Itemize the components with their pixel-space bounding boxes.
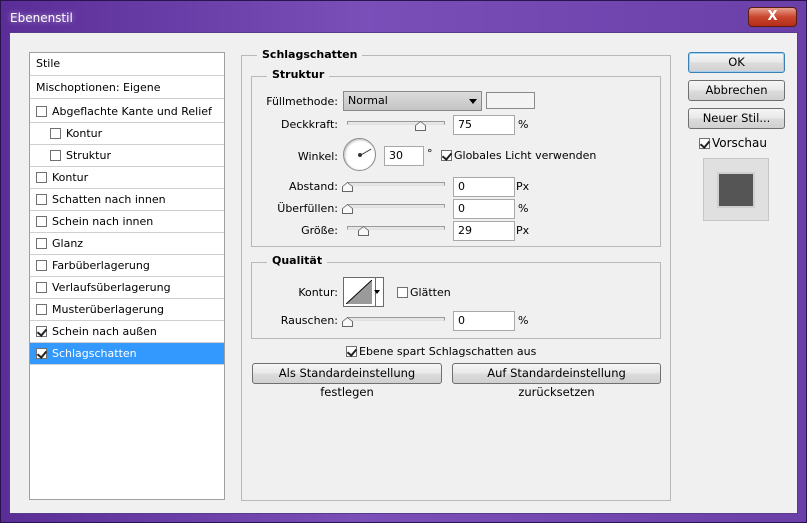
chevron-down-icon: [374, 290, 380, 294]
reset-default-button[interactable]: Auf Standardeinstellung zurücksetzen: [452, 363, 661, 399]
make-default-button[interactable]: Als Standardeinstellung festlegen: [252, 363, 442, 399]
knockout-label: Ebene spart Schlagschatten aus: [359, 345, 537, 358]
noise-label: Rauschen:: [280, 314, 338, 327]
style-item[interactable]: Farbüberlagerung: [30, 255, 224, 277]
angle-dial-center: [358, 153, 362, 157]
distance-unit: Px: [516, 180, 530, 193]
angle-dial[interactable]: [343, 138, 376, 171]
antialias-label: Glätten: [410, 286, 451, 299]
quality-title: Qualität: [267, 254, 328, 267]
opacity-label: Deckkraft:: [281, 118, 338, 131]
opacity-unit: %: [518, 118, 529, 131]
styles-header[interactable]: Stile: [30, 53, 224, 76]
style-item-checkbox[interactable]: [36, 238, 47, 249]
style-item-checkbox[interactable]: [36, 282, 47, 293]
style-item-label: Kontur: [66, 127, 103, 140]
size-label: Größe:: [301, 224, 338, 237]
style-item-label: Farbüberlagerung: [52, 259, 150, 272]
style-item[interactable]: Musterüberlagerung: [30, 299, 224, 321]
styles-list: Stile Mischoptionen: Eigene Abgeflachte …: [29, 52, 225, 500]
angle-unit: °: [427, 147, 433, 160]
style-item[interactable]: Verlaufsüberlagerung: [30, 277, 224, 299]
global-light-label: Globales Licht verwenden: [454, 149, 597, 162]
style-item-label: Schein nach innen: [52, 215, 154, 228]
size-unit: Px: [516, 224, 530, 237]
distance-input[interactable]: 0: [453, 177, 515, 197]
preview-checkbox-wrap[interactable]: Vorschau: [699, 136, 767, 150]
close-button[interactable]: X: [748, 7, 797, 27]
new-style-button[interactable]: Neuer Stil...: [688, 108, 785, 129]
chevron-down-icon: [469, 99, 477, 104]
style-item-label: Abgeflachte Kante und Relief: [52, 105, 212, 118]
style-item-label: Schlagschatten: [52, 347, 137, 360]
style-item[interactable]: Schlagschatten: [30, 343, 224, 365]
noise-unit: %: [518, 314, 529, 327]
style-item-checkbox[interactable]: [36, 194, 47, 205]
style-item-label: Schein nach außen: [52, 325, 157, 338]
antialias-checkbox-wrap[interactable]: Glätten: [397, 286, 451, 299]
distance-slider-track[interactable]: [347, 182, 445, 186]
contour-curve-icon: [346, 280, 372, 304]
blend-mode-value: Normal: [348, 94, 388, 107]
knockout-checkbox[interactable]: [346, 346, 357, 357]
style-item-checkbox[interactable]: [36, 216, 47, 227]
dialog-body: Stile Mischoptionen: Eigene Abgeflachte …: [9, 32, 798, 514]
style-item[interactable]: Glanz: [30, 233, 224, 255]
preview-label: Vorschau: [712, 136, 767, 150]
style-item[interactable]: Schein nach außen: [30, 321, 224, 343]
style-item[interactable]: Schein nach innen: [30, 211, 224, 233]
spread-unit: %: [518, 202, 529, 215]
style-item-checkbox[interactable]: [36, 260, 47, 271]
title-bar[interactable]: Ebenenstil X: [1, 1, 806, 33]
preview-checkbox[interactable]: [699, 138, 710, 149]
spread-input[interactable]: 0: [453, 199, 515, 219]
shadow-color-swatch[interactable]: [486, 92, 535, 109]
opacity-slider-track[interactable]: [347, 121, 445, 125]
angle-label: Winkel:: [297, 150, 338, 163]
style-item-checkbox[interactable]: [36, 348, 47, 359]
style-item-checkbox[interactable]: [50, 128, 61, 139]
style-item-label: Kontur: [52, 171, 89, 184]
style-item-checkbox[interactable]: [36, 304, 47, 315]
global-light-checkbox-wrap[interactable]: Globales Licht verwenden: [441, 149, 596, 162]
angle-input[interactable]: 30: [384, 146, 424, 166]
size-input[interactable]: 29: [453, 221, 515, 241]
style-item-checkbox[interactable]: [36, 326, 47, 337]
noise-slider-track[interactable]: [347, 317, 445, 321]
spread-label: Überfüllen:: [277, 202, 338, 215]
distance-label: Abstand:: [289, 180, 338, 193]
contour-picker[interactable]: [343, 277, 384, 307]
style-item[interactable]: Struktur: [30, 145, 224, 167]
blend-options-item[interactable]: Mischoptionen: Eigene: [30, 77, 224, 99]
style-item-checkbox[interactable]: [50, 150, 61, 161]
style-item[interactable]: Abgeflachte Kante und Relief: [30, 101, 224, 123]
structure-title: Struktur: [267, 68, 330, 81]
layer-style-window: Ebenenstil X Stile Mischoptionen: Eigene…: [0, 0, 807, 523]
style-item-label: Glanz: [52, 237, 84, 250]
style-item[interactable]: Kontur: [30, 167, 224, 189]
window-title: Ebenenstil: [10, 11, 73, 25]
style-item-checkbox[interactable]: [36, 106, 47, 117]
style-preview: [703, 158, 769, 221]
style-preview-swatch: [717, 172, 755, 208]
spread-slider-track[interactable]: [347, 204, 445, 208]
cancel-button[interactable]: Abbrechen: [688, 80, 785, 101]
blend-mode-select[interactable]: Normal: [343, 91, 482, 111]
style-item-label: Schatten nach innen: [52, 193, 166, 206]
style-item-checkbox[interactable]: [36, 172, 47, 183]
ok-button[interactable]: OK: [688, 52, 785, 73]
style-item-label: Verlaufsüberlagerung: [52, 281, 171, 294]
opacity-input[interactable]: 75: [453, 115, 515, 135]
style-item-label: Musterüberlagerung: [52, 303, 165, 316]
contour-label: Kontur:: [298, 286, 338, 299]
drop-shadow-title: Schlagschatten: [257, 48, 363, 61]
style-item-label: Struktur: [66, 149, 111, 162]
style-item[interactable]: Schatten nach innen: [30, 189, 224, 211]
style-item[interactable]: Kontur: [30, 123, 224, 145]
blend-mode-label: Füllmethode:: [266, 95, 338, 108]
antialias-checkbox[interactable]: [397, 287, 408, 298]
noise-input[interactable]: 0: [453, 311, 515, 331]
global-light-checkbox[interactable]: [441, 150, 452, 161]
knockout-checkbox-wrap[interactable]: Ebene spart Schlagschatten aus: [346, 345, 536, 358]
